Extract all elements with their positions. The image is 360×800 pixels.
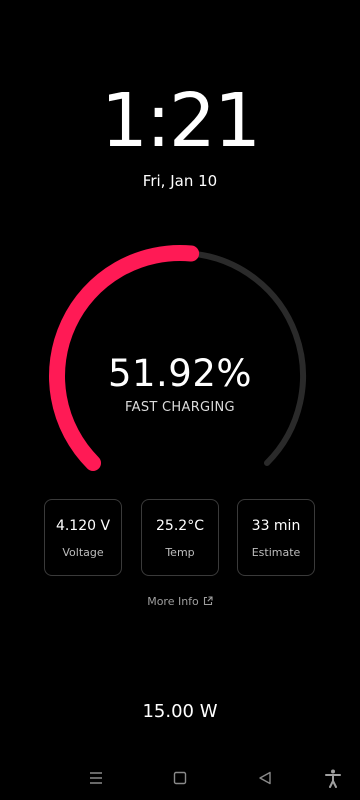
charging-mode: FAST CHARGING [125, 400, 235, 415]
temp-value: 25.2°C [156, 518, 204, 534]
clock-time: 1:21 [100, 78, 261, 164]
more-info-label: More Info [147, 595, 199, 608]
temp-label: Temp [165, 546, 195, 559]
back-icon[interactable] [253, 768, 277, 788]
more-info-link[interactable]: More Info [0, 595, 360, 609]
estimate-label: Estimate [251, 546, 301, 559]
voltage-value: 4.120 V [55, 518, 111, 534]
navigation-bar [0, 760, 360, 800]
accessibility-icon[interactable] [321, 768, 345, 788]
power-value: 15.00 W [142, 701, 218, 722]
external-link-icon [203, 596, 213, 609]
battery-percent: 51.92% [107, 352, 253, 395]
voltage-card: 4.120 V Voltage [44, 499, 122, 576]
voltage-label: Voltage [62, 546, 104, 559]
clock-date: Fri, Jan 10 [142, 172, 218, 190]
stats-cards: 4.120 V Voltage 25.2°C Temp 33 min Estim… [44, 499, 316, 578]
temp-card: 25.2°C Temp [141, 499, 219, 576]
estimate-value: 33 min [251, 518, 301, 534]
home-icon[interactable] [168, 768, 192, 788]
estimate-card: 33 min Estimate [237, 499, 315, 576]
menu-icon[interactable] [84, 768, 108, 788]
